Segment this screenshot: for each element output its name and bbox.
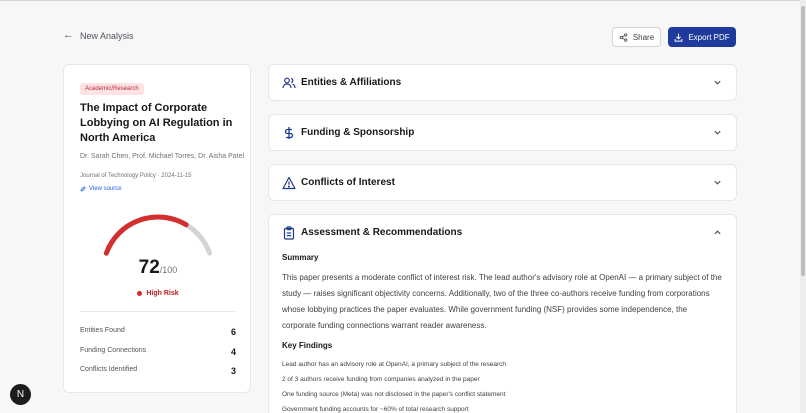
section-conflicts-of-interest: Conflicts of Interest <box>268 164 737 201</box>
paper-summary-card: Academic/Research The Impact of Corporat… <box>63 64 251 393</box>
stat-label: Entities Found <box>80 327 125 334</box>
risk-dot-icon <box>137 291 143 296</box>
nextjs-devtools-icon[interactable]: N <box>10 384 31 405</box>
stat-value: 6 <box>230 327 236 337</box>
category-badge: Academic/Research <box>80 83 144 95</box>
stat-label: Funding Connections <box>80 347 147 354</box>
score-max: /100 <box>159 265 178 275</box>
section-header-entities[interactable]: Entities & Affiliations <box>269 65 736 101</box>
gauge-track <box>103 214 213 256</box>
stat-entities: Entities Found 6 <box>80 327 236 337</box>
summary-heading: Summary <box>282 253 319 262</box>
risk-level-label: High Risk <box>146 290 179 297</box>
paper-authors: Dr. Sarah Chen, Prof. Michael Torres, Dr… <box>80 153 245 160</box>
section-title: Conflicts of Interest <box>301 177 395 188</box>
share-icon <box>619 32 628 42</box>
stat-funding-connections: Funding Connections 4 <box>80 347 236 357</box>
key-finding-item: 2 of 3 authors receive funding from comp… <box>282 376 480 383</box>
key-finding-item: One funding source (Meta) was not disclo… <box>282 391 506 398</box>
top-border <box>0 0 806 1</box>
risk-level: High Risk <box>64 290 252 297</box>
chevron-down-icon <box>714 130 721 135</box>
section-header-assessment[interactable]: Assessment & Recommendations <box>269 215 736 251</box>
export-label: Export PDF <box>688 32 730 42</box>
back-label: New Analysis <box>80 30 134 41</box>
share-button[interactable]: Share <box>612 27 661 47</box>
scrollbar[interactable] <box>800 0 806 413</box>
link-icon <box>80 186 86 192</box>
chevron-up-icon <box>714 230 721 235</box>
section-title: Assessment & Recommendations <box>301 227 463 238</box>
chevron-down-icon <box>714 180 721 185</box>
dollar-icon <box>284 127 294 139</box>
clipboard-icon <box>283 226 295 240</box>
risk-score: 72/100 <box>64 257 252 279</box>
gauge-fill <box>103 214 189 256</box>
chevron-down-icon <box>714 80 721 85</box>
paper-journal: Journal of Technology Policy · 2024-11-1… <box>80 173 192 179</box>
score-value: 72 <box>138 257 160 278</box>
users-icon <box>282 77 296 89</box>
back-link[interactable]: ← New Analysis <box>63 30 134 41</box>
stat-value: 3 <box>230 366 236 376</box>
section-funding-sponsorship: Funding & Sponsorship <box>268 114 737 151</box>
section-header-conflicts[interactable]: Conflicts of Interest <box>269 165 736 201</box>
arrow-left-icon: ← <box>63 29 74 41</box>
key-finding-item: Lead author has an advisory role at Open… <box>282 361 507 368</box>
summary-text: This paper presents a moderate conflict … <box>282 273 722 330</box>
section-entities-affiliations: Entities & Affiliations <box>268 64 737 101</box>
warning-icon <box>282 176 296 190</box>
key-findings-heading: Key Findings <box>282 341 333 350</box>
stat-conflicts: Conflicts Identified 3 <box>80 366 236 376</box>
scrollbar-thumb[interactable] <box>801 6 805 276</box>
export-pdf-button[interactable]: Export PDF <box>668 27 736 47</box>
stat-label: Conflicts Identified <box>80 366 138 373</box>
download-icon <box>674 33 683 42</box>
section-title: Funding & Sponsorship <box>301 127 415 138</box>
paper-title: The Impact of Corporate Lobbying on AI R… <box>80 102 233 144</box>
section-title: Entities & Affiliations <box>301 77 402 88</box>
share-label: Share <box>632 32 655 42</box>
stats-divider <box>80 311 236 312</box>
view-source-label: View source <box>89 186 122 192</box>
section-header-funding[interactable]: Funding & Sponsorship <box>269 115 736 151</box>
key-finding-item: Government funding accounts for ~60% of … <box>282 406 469 413</box>
view-source-link[interactable]: View source <box>80 186 122 192</box>
section-assessment-recommendations: Assessment & Recommendations Summary Thi… <box>268 214 737 413</box>
stat-value: 4 <box>230 347 236 357</box>
